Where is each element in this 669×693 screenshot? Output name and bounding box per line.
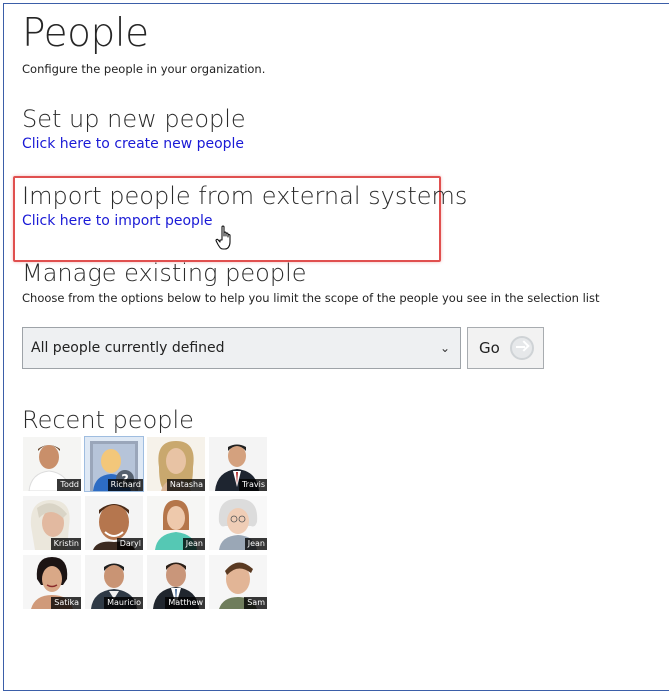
person-tile[interactable]: Todd [23, 437, 81, 491]
person-tile[interactable]: Jean [147, 496, 205, 550]
people-filter-value: All people currently defined [31, 340, 225, 356]
person-name: Travis [238, 479, 267, 491]
import-heading: Import people from external systems [22, 182, 468, 210]
person-name: Todd [57, 479, 81, 491]
setup-heading: Set up new people [22, 105, 246, 133]
person-tile[interactable]: Satika [23, 555, 81, 609]
person-tile[interactable]: Daryl [85, 496, 143, 550]
create-people-link[interactable]: Click here to create new people [22, 136, 244, 152]
go-button[interactable]: Go [467, 327, 544, 369]
person-tile[interactable]: Matthew [147, 555, 205, 609]
person-name: Daryl [116, 538, 143, 550]
person-tile[interactable]: ? Richard [84, 436, 144, 492]
person-name: Kristin [50, 538, 81, 550]
arrow-right-circle-icon [510, 336, 534, 360]
person-name: Mauricio [104, 597, 143, 609]
go-label: Go [479, 339, 500, 357]
person-name: Natasha [166, 479, 205, 491]
person-name: Jean [244, 538, 267, 550]
page-subtitle: Configure the people in your organizatio… [22, 62, 266, 76]
chevron-down-icon: ⌄ [439, 341, 450, 355]
import-people-link[interactable]: Click here to import people [22, 213, 212, 229]
page-title: People [22, 11, 149, 56]
people-filter-select[interactable]: All people currently defined ⌄ [22, 327, 461, 369]
person-name: Satika [51, 597, 81, 609]
recent-heading: Recent people [22, 406, 194, 434]
person-name: Matthew [165, 597, 205, 609]
person-tile[interactable]: Sam [209, 555, 267, 609]
person-tile[interactable]: Travis [209, 437, 267, 491]
person-tile[interactable]: Mauricio [85, 555, 143, 609]
manage-description: Choose from the options below to help yo… [22, 291, 600, 305]
hand-pointer-icon [215, 225, 231, 250]
person-name: Jean [182, 538, 205, 550]
person-name: Richard [107, 479, 143, 491]
person-name: Sam [244, 597, 267, 609]
manage-heading: Manage existing people [22, 259, 307, 287]
person-tile[interactable]: Kristin [23, 496, 81, 550]
person-tile[interactable]: Jean [209, 496, 267, 550]
person-tile[interactable]: Natasha [147, 437, 205, 491]
